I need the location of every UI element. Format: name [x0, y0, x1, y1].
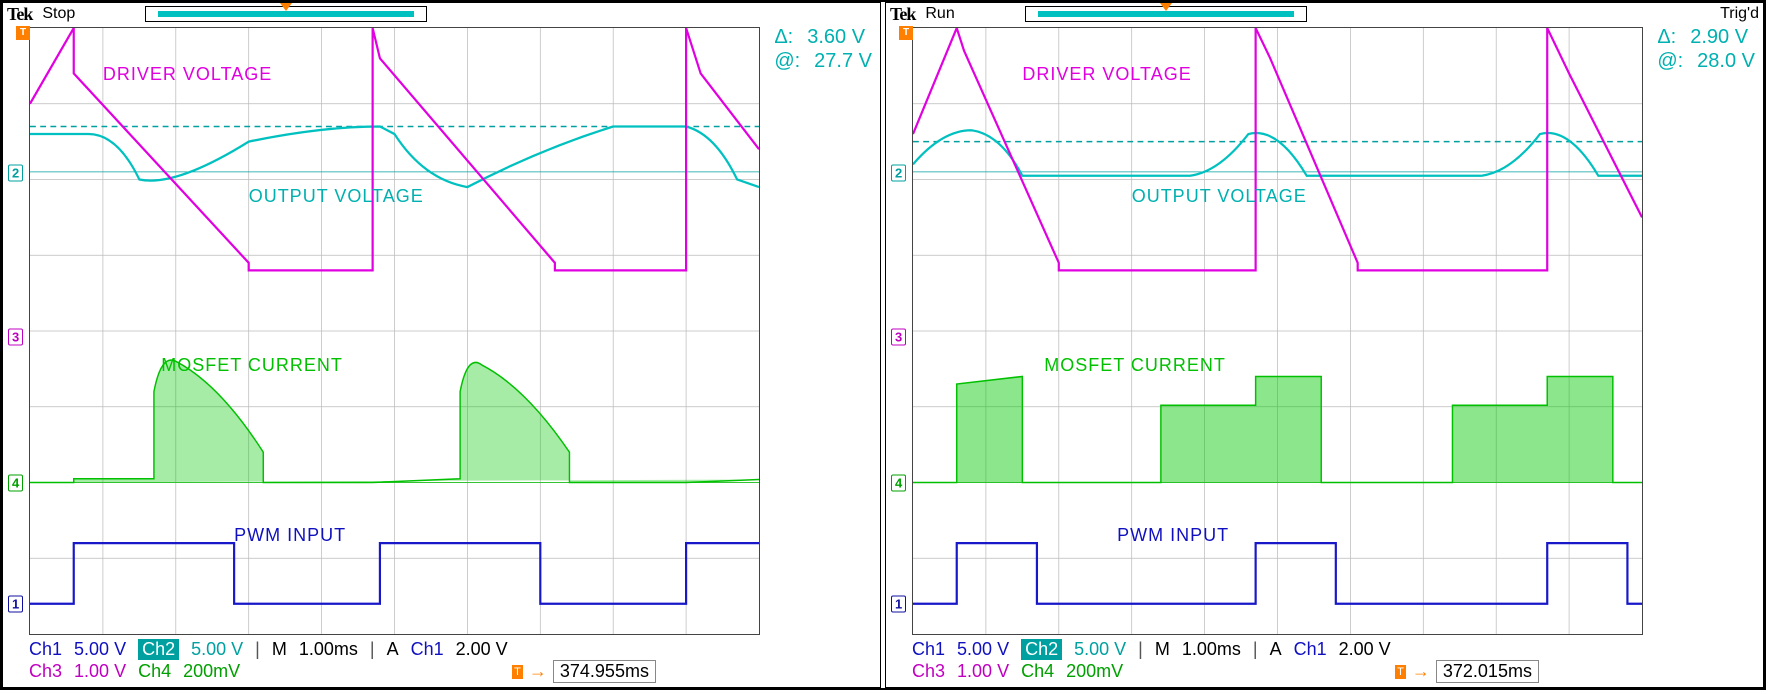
timebase-value: 1.00ms [299, 639, 358, 660]
scope-a-svg [30, 28, 759, 634]
cursor-readout: Δ: 2.90 V @: 28.0 V [1657, 25, 1755, 73]
time-ref-icon: T [1395, 665, 1406, 679]
timebase-label: M [1155, 639, 1170, 660]
time-ref-value: 374.955ms [553, 660, 656, 683]
ch1-name: Ch1 [29, 639, 62, 660]
pwm-input-label: PWM INPUT [1117, 525, 1229, 546]
scope-b: Tek Run Trig'd Δ: 2.90 V @: 28.0 V T [885, 2, 1764, 688]
timebase-value: 1.00ms [1182, 639, 1241, 660]
mosfet-current-label: MOSFET CURRENT [1044, 355, 1226, 376]
ch4-marker: 4 [891, 474, 906, 491]
ch2-scale: 5.00 V [1074, 639, 1126, 660]
ch3-marker: 3 [891, 329, 906, 346]
ch2-tag: Ch2 [1021, 639, 1062, 660]
output-voltage-label: OUTPUT VOLTAGE [249, 186, 424, 207]
ch4-name: Ch4 [1021, 661, 1054, 682]
ch4-scale: 200mV [183, 661, 240, 682]
at-value: 27.7 V [814, 49, 872, 73]
trig-source: Ch1 [1294, 639, 1327, 660]
ch2-marker: 2 [891, 165, 906, 182]
acq-state: Run [925, 5, 954, 23]
delta-label: Δ: [1657, 25, 1676, 49]
trig-label: A [1270, 639, 1282, 660]
scope-b-svg [913, 28, 1642, 634]
time-ref-value: 372.015ms [1436, 660, 1539, 683]
trigd-label: Trig'd [1720, 5, 1759, 23]
scope-b-topbar: Tek Run Trig'd [886, 3, 1763, 25]
at-value: 28.0 V [1697, 49, 1755, 73]
ch1-marker: 1 [8, 595, 23, 612]
ch2-scale: 5.00 V [191, 639, 243, 660]
delta-value: 2.90 V [1690, 25, 1748, 49]
sweep-indicator [145, 6, 427, 22]
ch3-scale: 1.00 V [957, 661, 1009, 682]
ch1-name: Ch1 [912, 639, 945, 660]
ch4-name: Ch4 [138, 661, 171, 682]
cursor-readout: Δ: 3.60 V @: 27.7 V [774, 25, 872, 73]
mosfet-current-label: MOSFET CURRENT [161, 355, 343, 376]
trig-level: 2.00 V [1339, 639, 1391, 660]
scope-a: Tek Stop Δ: 3.60 V @: 27.7 V T [2, 2, 881, 688]
acq-state: Stop [42, 5, 75, 23]
ch3-marker: 3 [8, 329, 23, 346]
plot-area: T [29, 27, 760, 635]
delta-label: Δ: [774, 25, 793, 49]
ch3-name: Ch3 [29, 661, 62, 682]
t-origin-icon: T [16, 26, 30, 40]
at-label: @: [1657, 49, 1683, 73]
driver-voltage-label: DRIVER VOLTAGE [1022, 64, 1191, 85]
trigger-marker-icon [280, 3, 292, 11]
scope-a-bottombar: Ch1 5.00 V Ch2 5.00 V | M 1.00ms | A Ch1… [3, 637, 880, 687]
scope-b-bottombar: Ch1 5.00 V Ch2 5.00 V | M 1.00ms | A Ch1… [886, 637, 1763, 687]
brand-label: Tek [890, 4, 915, 25]
delta-value: 3.60 V [807, 25, 865, 49]
t-origin-icon: T [899, 26, 913, 40]
output-voltage-label: OUTPUT VOLTAGE [1132, 186, 1307, 207]
ch1-scale: 5.00 V [74, 639, 126, 660]
trigger-marker-icon [1160, 3, 1172, 11]
driver-voltage-label: DRIVER VOLTAGE [103, 64, 272, 85]
ch1-marker: 1 [891, 595, 906, 612]
timebase-label: M [272, 639, 287, 660]
pwm-input-label: PWM INPUT [234, 525, 346, 546]
trig-source: Ch1 [411, 639, 444, 660]
ch4-scale: 200mV [1066, 661, 1123, 682]
ch1-scale: 5.00 V [957, 639, 1009, 660]
ch3-scale: 1.00 V [74, 661, 126, 682]
ch4-marker: 4 [8, 474, 23, 491]
at-label: @: [774, 49, 800, 73]
figure-container: Tek Stop Δ: 3.60 V @: 27.7 V T [0, 0, 1766, 690]
plot-area: T [912, 27, 1643, 635]
ch2-marker: 2 [8, 165, 23, 182]
scope-a-topbar: Tek Stop [3, 3, 880, 25]
brand-label: Tek [7, 4, 32, 25]
ch3-name: Ch3 [912, 661, 945, 682]
sweep-indicator [1025, 6, 1307, 22]
ch2-tag: Ch2 [138, 639, 179, 660]
time-ref-icon: T [512, 665, 523, 679]
trig-label: A [387, 639, 399, 660]
trig-level: 2.00 V [456, 639, 508, 660]
